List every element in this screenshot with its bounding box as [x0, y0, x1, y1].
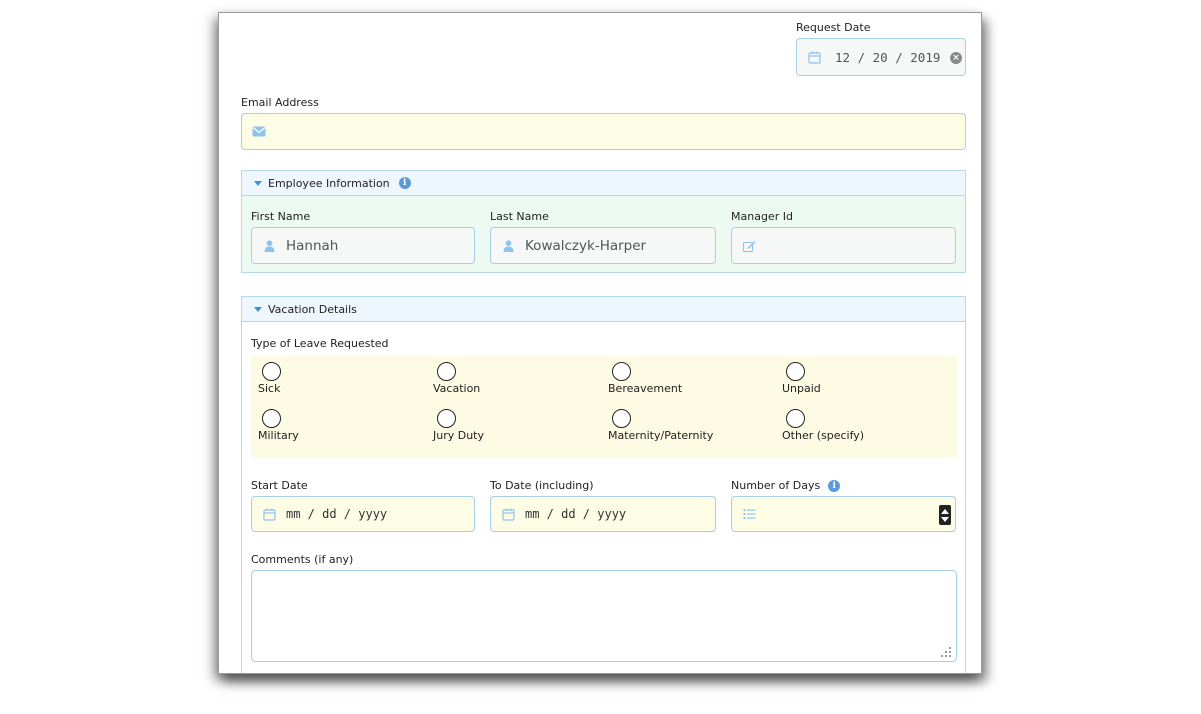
last-name-label: Last Name [490, 210, 549, 223]
radio-label: Jury Duty [433, 429, 485, 442]
radio-circle[interactable] [786, 409, 805, 428]
radio-jury-duty[interactable]: Jury Duty [433, 409, 484, 442]
person-icon [501, 239, 515, 253]
calendar-icon [807, 50, 821, 64]
request-date-value: 12 / 20 / 2019 [835, 49, 941, 65]
radio-circle[interactable] [262, 362, 281, 381]
to-date-label: To Date (including) [490, 479, 594, 492]
first-name-value: Hannah [286, 237, 339, 254]
radio-vacation[interactable]: Vacation [433, 362, 480, 395]
vacation-details-title: Vacation Details [268, 302, 357, 316]
person-icon [262, 239, 276, 253]
radio-bereavement[interactable]: Bereavement [608, 362, 682, 395]
radio-circle[interactable] [786, 362, 805, 381]
to-date-field[interactable]: mm / dd / yyyy [490, 496, 716, 532]
calendar-icon [501, 507, 515, 521]
comments-label: Comments (if any) [251, 553, 354, 566]
manager-id-label: Manager Id [731, 210, 793, 223]
vacation-details-panel: Vacation Details Type of Leave Requested… [241, 296, 966, 673]
last-name-value: Kowalczyk-Harper [525, 237, 647, 254]
clear-date-icon[interactable]: × [950, 52, 962, 64]
calendar-icon [262, 507, 276, 521]
spinner-up-icon[interactable] [941, 508, 949, 514]
request-date-month: 12 [835, 49, 851, 65]
form-window: Request Date 12 / 20 / 2019 × Email Addr… [218, 12, 982, 674]
to-date-placeholder: mm / dd / yyyy [525, 507, 627, 521]
comments-textarea[interactable] [251, 570, 957, 662]
vacation-details-header[interactable]: Vacation Details [242, 297, 965, 322]
last-name-field[interactable]: Kowalczyk-Harper [490, 227, 716, 264]
leave-type-label: Type of Leave Requested [251, 337, 389, 350]
number-of-days-field[interactable] [731, 496, 956, 532]
resize-grip-icon[interactable] [940, 646, 952, 658]
email-field[interactable] [241, 113, 966, 150]
envelope-icon [252, 125, 266, 139]
email-label: Email Address [241, 96, 319, 109]
leave-type-radio-group: Sick Vacation Bereavement Unpaid Militar… [251, 355, 957, 458]
radio-other[interactable]: Other (specify) [782, 409, 864, 442]
spinner-down-icon[interactable] [941, 516, 949, 522]
manager-id-field[interactable] [731, 227, 956, 264]
radio-maternity-paternity[interactable]: Maternity/Paternity [608, 409, 713, 442]
radio-circle[interactable] [612, 362, 631, 381]
employee-info-header[interactable]: Employee Information i [242, 171, 965, 196]
request-date-year: 2019 [910, 49, 941, 65]
start-date-placeholder: mm / dd / yyyy [286, 507, 388, 521]
start-date-label: Start Date [251, 479, 308, 492]
radio-military[interactable]: Military [258, 409, 299, 442]
radio-circle[interactable] [262, 409, 281, 428]
number-of-days-label: Number of Days [731, 479, 821, 492]
list-icon [742, 507, 756, 521]
first-name-field[interactable]: Hannah [251, 227, 475, 264]
info-icon[interactable]: i [398, 177, 411, 189]
employee-info-title: Employee Information [268, 176, 390, 190]
number-spinner[interactable] [939, 505, 951, 525]
start-date-field[interactable]: mm / dd / yyyy [251, 496, 475, 532]
collapse-triangle-icon [254, 180, 262, 186]
info-icon[interactable]: i [828, 479, 841, 492]
radio-label: Vacation [433, 382, 481, 395]
collapse-triangle-icon [254, 306, 262, 312]
radio-label: Sick [258, 382, 281, 395]
radio-circle[interactable] [612, 409, 631, 428]
radio-circle[interactable] [437, 409, 456, 428]
request-date-day: 20 [872, 49, 888, 65]
radio-label: Maternity/Paternity [608, 429, 714, 442]
radio-label: Other (specify) [782, 429, 865, 442]
radio-label: Military [258, 429, 299, 442]
request-date-field[interactable]: 12 / 20 / 2019 × [796, 38, 966, 76]
first-name-label: First Name [251, 210, 311, 223]
radio-sick[interactable]: Sick [258, 362, 281, 395]
request-date-label: Request Date [796, 21, 871, 34]
radio-label: Unpaid [782, 382, 821, 395]
number-of-days-label-row: Number of Days i [731, 479, 841, 492]
radio-circle[interactable] [437, 362, 456, 381]
radio-label: Bereavement [608, 382, 683, 395]
radio-unpaid[interactable]: Unpaid [782, 362, 821, 395]
edit-icon [742, 239, 756, 253]
employee-info-panel: Employee Information i First Name Hannah… [241, 170, 966, 273]
